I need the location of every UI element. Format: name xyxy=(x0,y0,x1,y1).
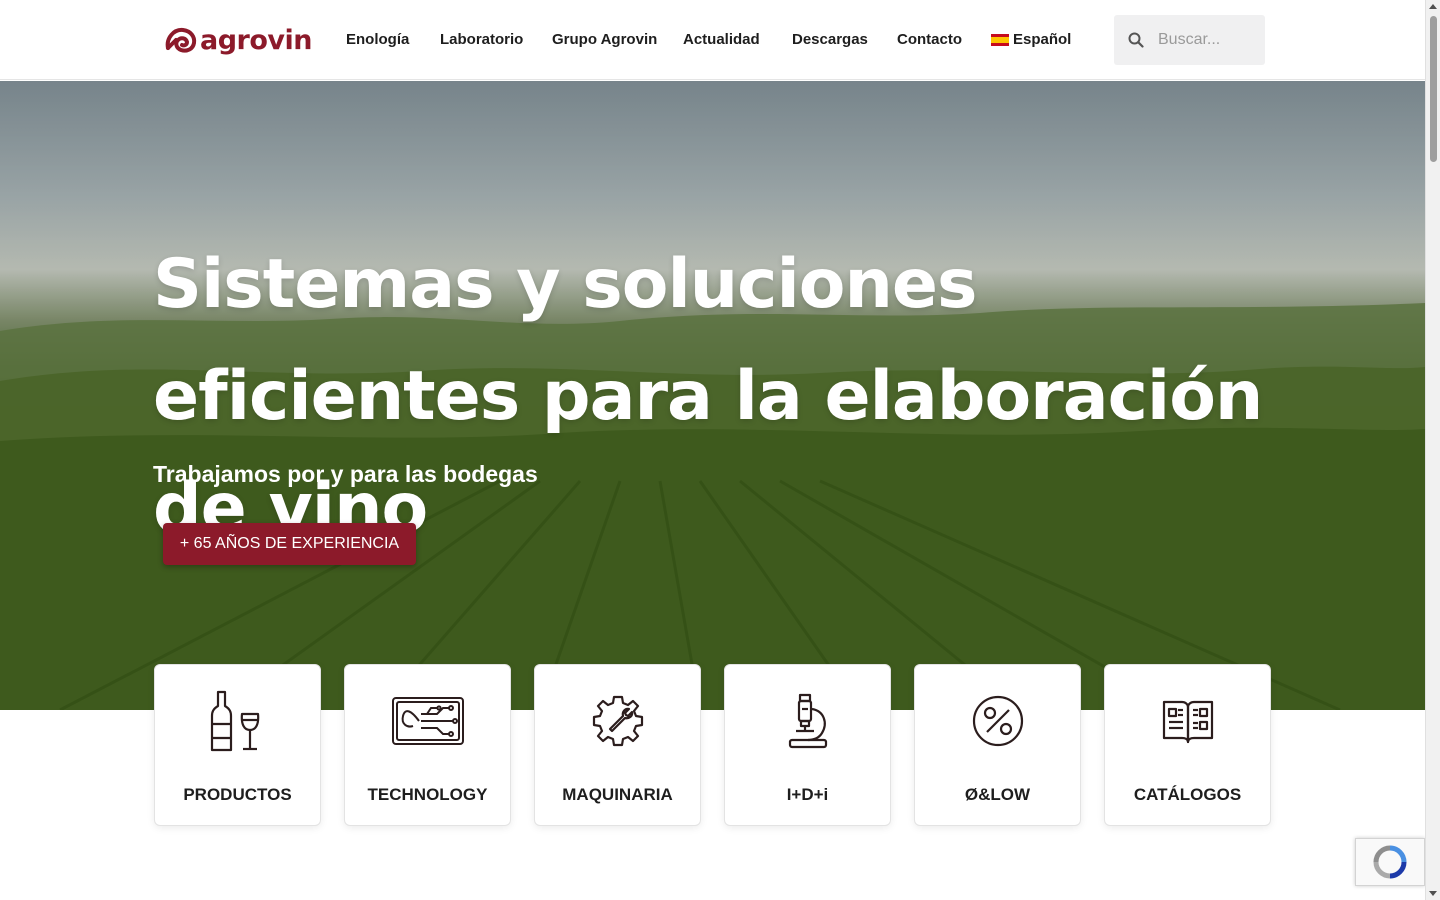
logo-text: agrovin xyxy=(200,24,313,56)
nav-item-actualidad[interactable]: Actualidad xyxy=(683,30,760,50)
logo-mark-icon xyxy=(165,27,197,53)
microscope-icon xyxy=(725,689,890,753)
circuit-icon xyxy=(345,689,510,753)
category-card-catalogos[interactable]: CATÁLOGOS xyxy=(1104,664,1271,826)
category-label: I+D+i xyxy=(786,785,829,804)
hero-subtitle: Trabajamos por y para las bodegas xyxy=(153,461,538,487)
page-scrollbar[interactable] xyxy=(1425,0,1440,900)
agrovin-logo[interactable]: agrovin xyxy=(164,22,313,58)
category-label: Ø&LOW xyxy=(964,785,1031,804)
nav-item-enologia[interactable]: Enología xyxy=(346,30,409,50)
language-label: Español xyxy=(1013,31,1072,48)
search-icon[interactable] xyxy=(1114,15,1158,65)
catalog-book-icon xyxy=(1105,689,1270,753)
language-selector[interactable]: Español xyxy=(991,30,1071,50)
gear-wrench-icon xyxy=(535,689,700,753)
category-label: CATÁLOGOS xyxy=(1133,785,1242,804)
nav-item-grupo-agrovin[interactable]: Grupo Agrovin xyxy=(552,30,657,50)
category-card-technology[interactable]: TECHNOLOGY xyxy=(344,664,511,826)
nav-item-descargas[interactable]: Descargas xyxy=(792,30,868,50)
category-label: PRODUCTOS xyxy=(183,785,292,804)
scroll-up-arrow-icon[interactable] xyxy=(1429,4,1437,9)
nav-item-contacto[interactable]: Contacto xyxy=(897,30,962,50)
scroll-down-arrow-icon[interactable] xyxy=(1429,891,1437,896)
wine-bottle-glass-icon xyxy=(155,689,320,753)
hero-section: Sistemas y soluciones eficientes para la… xyxy=(0,81,1425,710)
experience-button[interactable]: + 65 AÑOS DE EXPERIENCIA xyxy=(163,523,416,565)
recaptcha-icon xyxy=(1373,845,1407,879)
recaptcha-badge[interactable] xyxy=(1355,838,1425,886)
category-label: MAQUINARIA xyxy=(562,785,673,804)
category-card-idi[interactable]: I+D+i xyxy=(724,664,891,826)
scrollbar-thumb[interactable] xyxy=(1430,16,1437,162)
category-card-zero-low[interactable]: Ø&LOW xyxy=(914,664,1081,826)
percent-icon xyxy=(915,689,1080,753)
nav-item-laboratorio[interactable]: Laboratorio xyxy=(440,30,523,50)
category-card-productos[interactable]: PRODUCTOS xyxy=(154,664,321,826)
category-card-maquinaria[interactable]: MAQUINARIA xyxy=(534,664,701,826)
hero-title: Sistemas y soluciones eficientes para la… xyxy=(153,245,1263,548)
search-input[interactable] xyxy=(1158,31,1258,49)
search-box xyxy=(1114,15,1265,65)
spain-flag-icon xyxy=(991,34,1009,46)
category-label: TECHNOLOGY xyxy=(367,785,488,804)
site-header: agrovin Enología Laboratorio Grupo Agrov… xyxy=(0,0,1425,80)
